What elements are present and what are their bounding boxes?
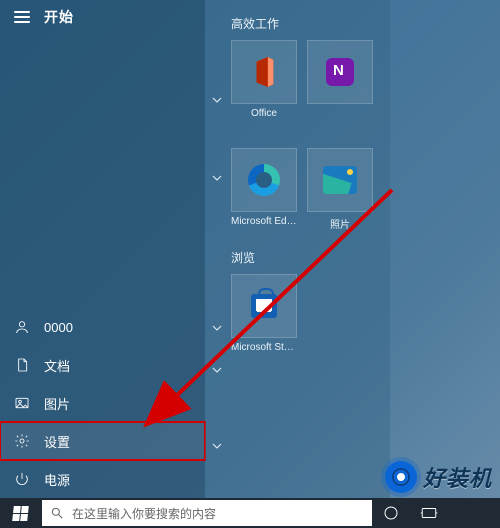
- tile-label: Microsoft Store: [231, 338, 297, 353]
- start-tile-area: 32bit 高效工作 Office Microsoft: [205, 0, 390, 498]
- sidebar-item-label: 0000: [44, 320, 73, 335]
- sidebar-item-label: 文档: [44, 356, 70, 375]
- task-view-button[interactable]: [410, 498, 448, 528]
- chevron-down-icon[interactable]: [209, 320, 225, 336]
- edge-icon: [248, 164, 280, 196]
- tile-edge[interactable]: Microsoft Edge: [231, 148, 297, 236]
- tile-label: Microsoft Edge: [231, 212, 297, 227]
- tile-group-header[interactable]: 浏览: [231, 248, 382, 266]
- watermark-text: 好装机: [423, 461, 492, 493]
- windows-logo-icon: [12, 506, 29, 521]
- user-icon: [14, 319, 30, 335]
- search-placeholder: 在这里输入你要搜索的内容: [72, 505, 216, 522]
- tile-label: Office: [231, 104, 297, 119]
- onenote-icon: [326, 58, 354, 86]
- search-icon: [50, 506, 64, 520]
- chevron-down-icon[interactable]: [209, 438, 225, 454]
- photos-icon: [323, 166, 357, 194]
- sidebar-item-label: 设置: [44, 432, 70, 451]
- tile-office[interactable]: Office: [231, 40, 297, 128]
- document-icon: [14, 357, 30, 373]
- watermark: 好装机: [385, 460, 492, 494]
- sidebar-item-label: 图片: [44, 394, 70, 413]
- sidebar-item-settings[interactable]: 设置: [0, 422, 205, 460]
- picture-icon: [14, 395, 30, 411]
- office-icon: [249, 55, 279, 89]
- taskbar: 在这里输入你要搜索的内容: [0, 498, 500, 528]
- tile-store[interactable]: Microsoft Store: [231, 274, 297, 362]
- app-list-chevrons: [209, 0, 225, 498]
- sidebar-item-user[interactable]: 0000: [0, 308, 205, 346]
- start-sidebar: 开始 0000 文档 图片 设置: [0, 0, 205, 498]
- taskbar-search[interactable]: 在这里输入你要搜索的内容: [42, 500, 372, 526]
- sidebar-item-power[interactable]: 电源: [0, 460, 205, 498]
- chevron-down-icon[interactable]: [209, 92, 225, 108]
- gear-icon: [14, 433, 30, 449]
- hamburger-icon[interactable]: [14, 11, 30, 23]
- tile-label: 照片: [307, 212, 373, 231]
- tile-group-header[interactable]: 高效工作: [231, 14, 382, 32]
- start-title: 开始: [44, 7, 74, 27]
- store-icon: [251, 294, 277, 318]
- tile-onenote[interactable]: [307, 40, 373, 128]
- sidebar-item-pictures[interactable]: 图片: [0, 384, 205, 422]
- tile-label: [307, 104, 373, 108]
- chevron-down-icon[interactable]: [209, 170, 225, 186]
- start-header: 开始: [0, 0, 205, 34]
- start-button[interactable]: [0, 498, 40, 528]
- start-menu: 开始 0000 文档 图片 设置: [0, 0, 390, 498]
- power-icon: [14, 471, 30, 487]
- cortana-button[interactable]: [372, 498, 410, 528]
- sidebar-item-label: 电源: [44, 470, 70, 489]
- tile-photos[interactable]: 照片: [307, 148, 373, 236]
- chevron-down-icon[interactable]: [209, 362, 225, 378]
- sidebar-item-documents[interactable]: 文档: [0, 346, 205, 384]
